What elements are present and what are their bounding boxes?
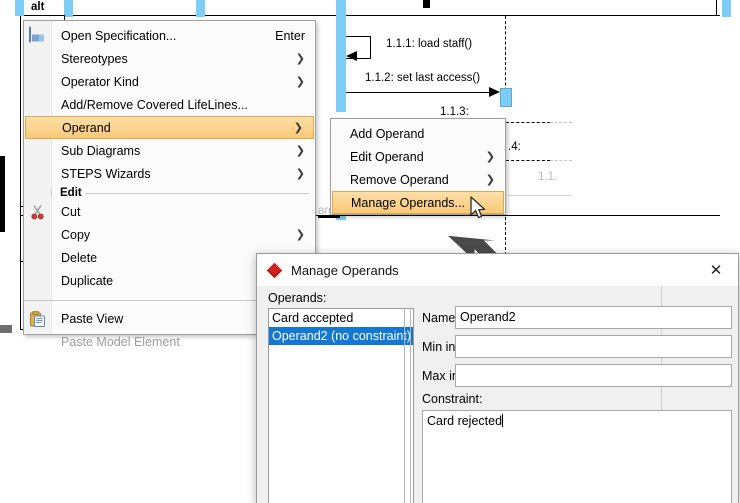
diagram-vline-left <box>20 0 21 330</box>
scissors-icon <box>29 203 46 220</box>
alt-frame-label: alt <box>31 1 45 13</box>
submenu-item-manage-operands[interactable]: Manage Operands... <box>332 191 504 214</box>
constraint-field[interactable]: Card rejected <box>422 410 732 503</box>
constraint-label: Constraint: <box>422 392 483 406</box>
menu-item-steps-wizards[interactable]: STEPS Wizards ❯ <box>24 162 315 185</box>
menu-item-label: Add/Remove Covered LifeLines... <box>61 97 248 112</box>
submenu-item-edit-operand[interactable]: Edit Operand ❯ <box>331 145 505 168</box>
diagram-hline-top <box>20 15 720 16</box>
menu-item-label: Stereotypes <box>61 51 128 66</box>
message-arrowhead-1 <box>346 51 357 61</box>
menu-item-label: Paste Model Element <box>61 334 180 349</box>
menu-item-operator-kind[interactable]: Operator Kind ❯ <box>24 70 315 93</box>
return-dash-1 <box>506 122 550 123</box>
activation-bar-2 <box>64 0 73 17</box>
specification-icon <box>29 26 46 44</box>
menu-item-label: Duplicate <box>61 273 114 288</box>
max-int-field[interactable] <box>455 364 732 387</box>
dialog-splitter[interactable] <box>404 308 405 503</box>
activation-bar-4 <box>336 0 346 112</box>
list-item[interactable]: Operand2 (no constraint) <box>269 327 413 345</box>
name-field[interactable]: Operand2 <box>455 306 732 329</box>
screen-root: alt 1.1.1: load staff() 1.1.2: set last … <box>0 0 740 503</box>
activation-bar-3 <box>196 0 205 17</box>
visual-paradigm-diamond-icon <box>266 262 283 278</box>
message-line-2 <box>346 92 496 93</box>
menu-item-open-specification[interactable]: Open Specification... Enter <box>24 24 315 47</box>
chevron-right-icon: ❯ <box>295 228 305 241</box>
menu-item-label: Operator Kind <box>61 74 139 89</box>
menu-item-label: Paste View <box>61 311 124 326</box>
message-label-1: 1.1.1: load staff() <box>386 38 473 50</box>
diagram-vline-right <box>716 0 717 16</box>
menu-item-label: STEPS Wizards <box>61 166 151 181</box>
activation-bar-far-right <box>722 0 731 17</box>
message-label-5: 1.1. <box>538 171 558 183</box>
menu-item-label: Delete <box>61 250 98 265</box>
menu-item-accelerator: Enter <box>275 28 305 43</box>
dialog-body: Operands: Card accepted Operand2 (no con… <box>257 286 738 503</box>
name-label: Name: <box>422 311 459 325</box>
menu-item-operand[interactable]: Operand ❯ <box>25 116 314 139</box>
operands-list-label: Operands: <box>268 291 327 305</box>
menu-item-add-remove-covered-lifelines[interactable]: Add/Remove Covered LifeLines... <box>24 93 315 116</box>
menu-item-label: Edit Operand <box>350 149 424 164</box>
chevron-right-icon: ❯ <box>295 144 305 157</box>
message-label-3: 1.1.3: <box>440 106 469 118</box>
chevron-right-icon: ❯ <box>295 167 305 180</box>
chevron-right-icon: ❯ <box>295 75 305 88</box>
close-icon[interactable]: ✕ <box>694 254 738 286</box>
menu-item-label: Sub Diagrams <box>61 143 141 158</box>
menu-item-label: Manage Operands... <box>351 195 465 210</box>
constraint-field-value: Card rejected <box>427 414 503 428</box>
submenu-item-remove-operand[interactable]: Remove Operand ❯ <box>331 168 505 191</box>
menu-item-label: Open Specification... <box>61 28 177 43</box>
dialog-splitter-line-2 <box>410 308 411 503</box>
return-dash-2b <box>550 160 572 161</box>
menu-item-copy[interactable]: Copy ❯ <box>24 223 315 246</box>
menu-item-label: Copy <box>61 227 91 242</box>
menu-item-label: Add Operand <box>350 126 425 141</box>
chevron-right-icon: ❯ <box>485 150 495 163</box>
message-arrowhead-2 <box>489 87 500 97</box>
menu-item-label: Cut <box>61 204 81 219</box>
menu-item-sub-diagrams[interactable]: Sub Diagrams ❯ <box>24 139 315 162</box>
diagram-block-left <box>0 325 12 333</box>
min-int-field[interactable] <box>455 335 732 358</box>
diagram-block-left-2 <box>0 156 5 232</box>
message-line-lower <box>318 215 340 218</box>
message-line-faded <box>508 195 572 196</box>
activation-bar-1 <box>15 0 24 16</box>
chevron-right-icon: ❯ <box>293 121 303 134</box>
list-item[interactable]: Card accepted <box>269 309 413 327</box>
menu-separator-label: Edit <box>57 186 85 200</box>
submenu-item-add-operand[interactable]: Add Operand <box>331 122 505 145</box>
alt-frame-tab: alt <box>27 0 65 16</box>
text-caret <box>502 414 504 427</box>
menu-item-cut[interactable]: Cut <box>24 200 315 223</box>
clipboard-icon <box>29 310 46 327</box>
operands-listbox[interactable]: Card accepted Operand2 (no constraint) <box>268 308 414 503</box>
return-dash-1b <box>550 122 572 123</box>
menu-separator-edit: Edit <box>24 186 315 200</box>
operand-submenu[interactable]: Add Operand Edit Operand ❯ Remove Operan… <box>330 118 506 215</box>
message-label-4: .4: <box>508 141 521 153</box>
manage-operands-dialog: Manage Operands ✕ Operands: Card accepte… <box>256 253 739 503</box>
menu-item-stereotypes[interactable]: Stereotypes ❯ <box>24 47 315 70</box>
activation-bar-target <box>500 88 512 107</box>
dialog-titlebar[interactable]: Manage Operands ✕ <box>257 254 738 286</box>
return-dash-2 <box>506 160 550 161</box>
menu-item-label: Remove Operand <box>350 172 449 187</box>
menu-item-label: Operand <box>62 120 111 135</box>
dialog-title: Manage Operands <box>291 262 399 278</box>
chevron-right-icon: ❯ <box>485 173 495 186</box>
message-label-2: 1.1.2: set last access() <box>365 72 481 84</box>
chevron-right-icon: ❯ <box>295 52 305 65</box>
diagram-tick-top <box>423 0 430 8</box>
